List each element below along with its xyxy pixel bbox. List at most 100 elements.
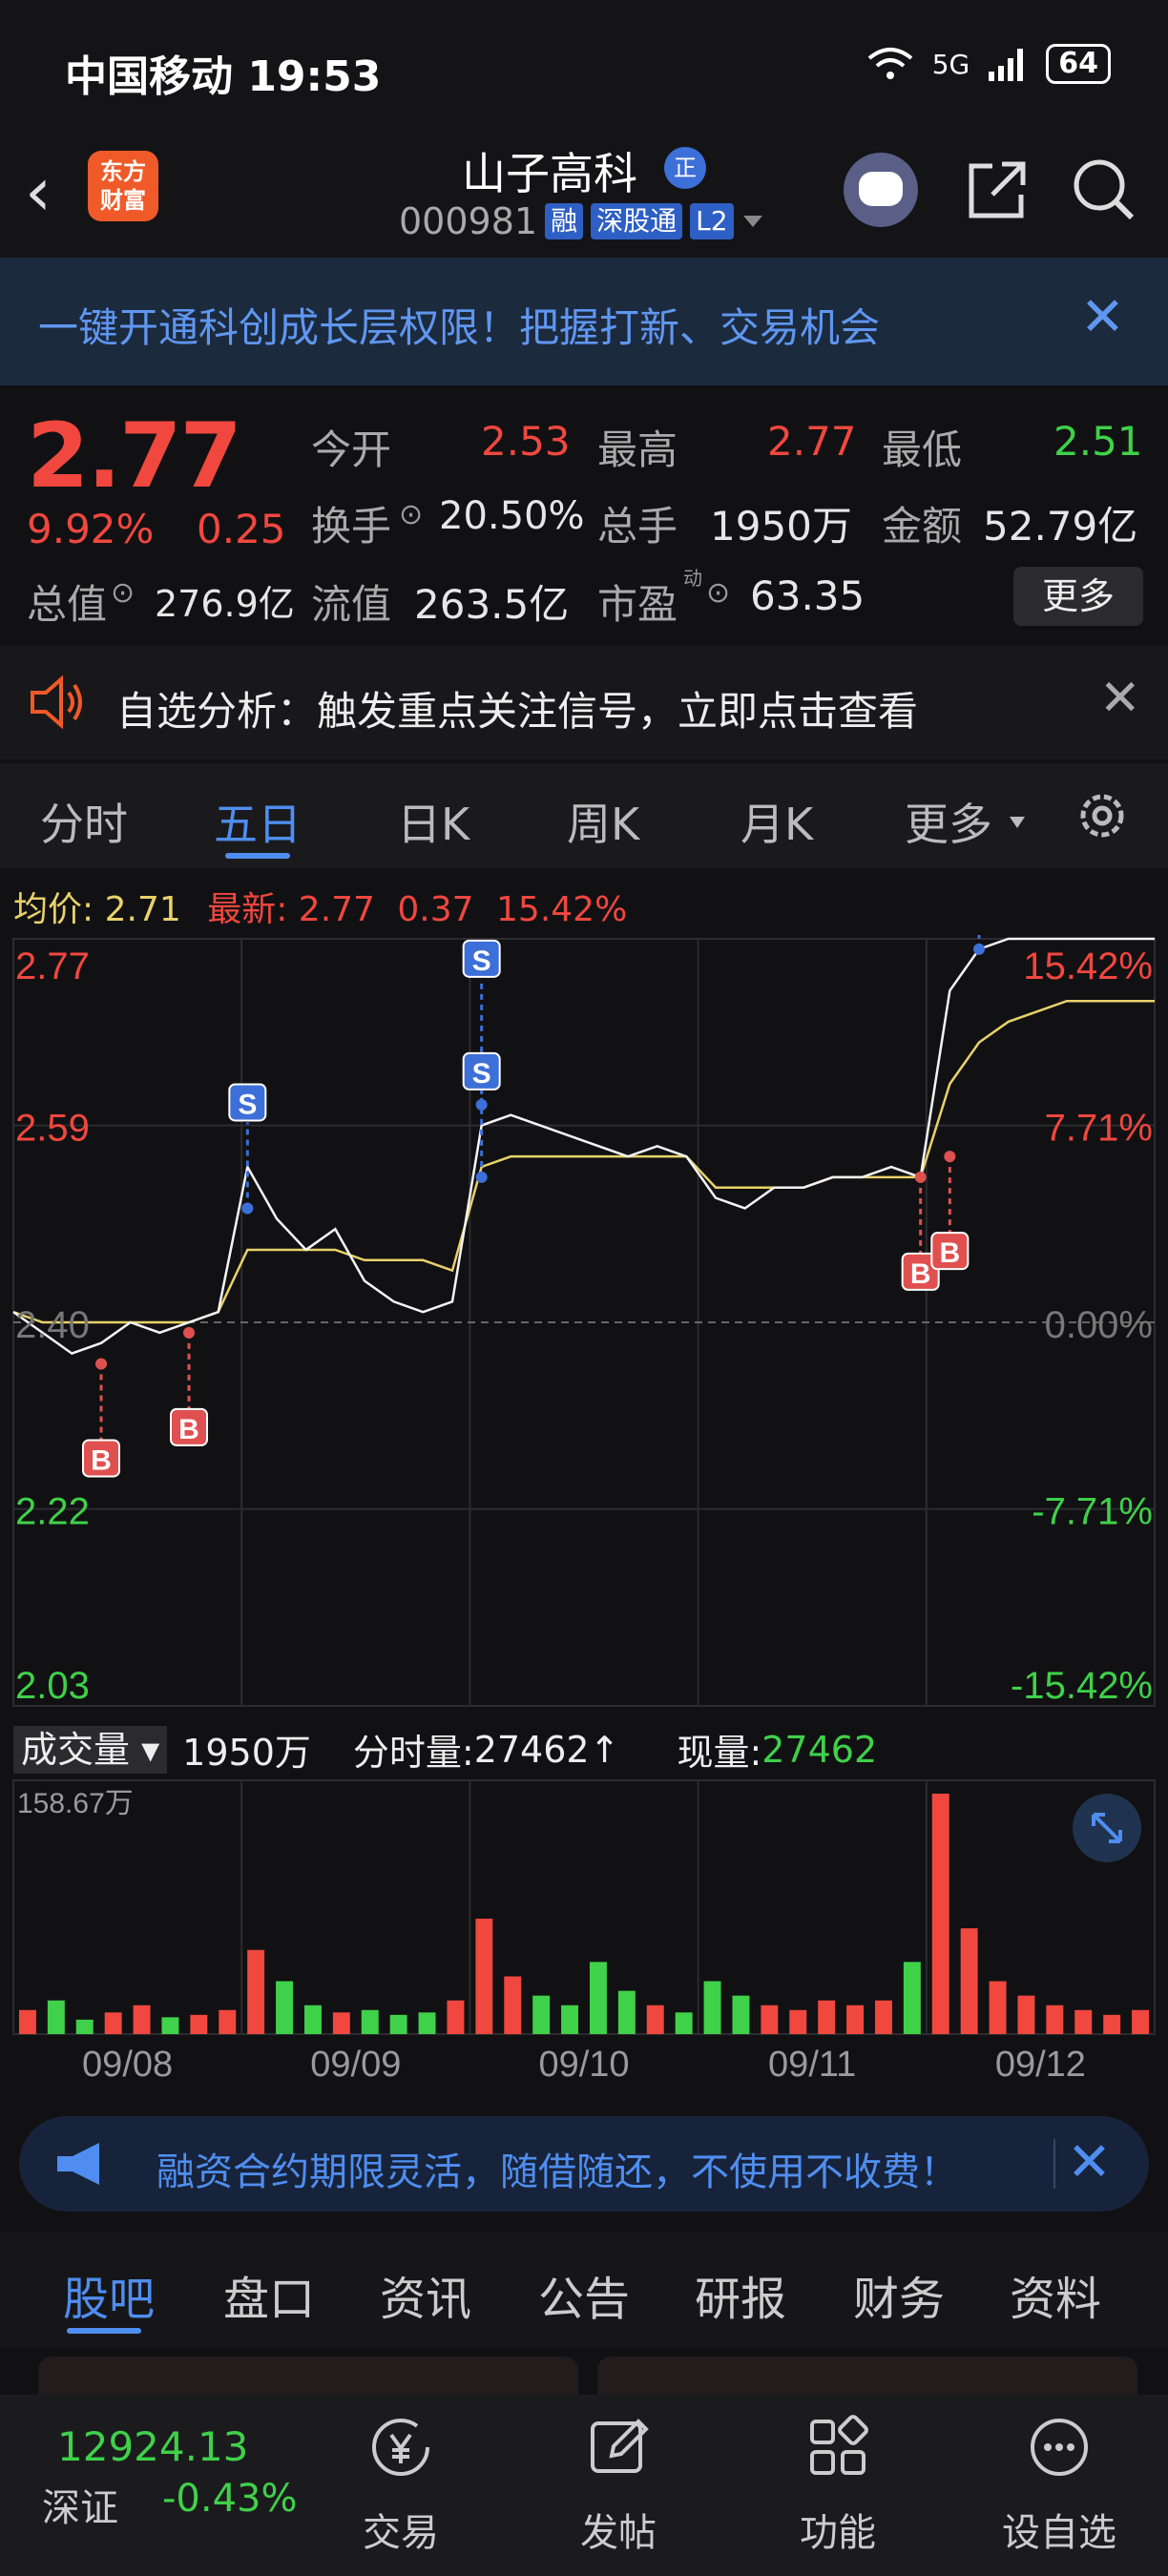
price-summary-line: 均价: 2.71 最新: 2.77 0.37 15.42% (13, 882, 627, 931)
change-percent: 9.92% (27, 506, 155, 552)
pe-dynamic-label: 动 (683, 567, 702, 590)
carrier-time: 中国移动 19:53 (65, 52, 382, 101)
volume-indicator-select[interactable]: 成交量 ▾ (13, 1725, 168, 1774)
nav-functions[interactable]: 功能 (761, 2414, 914, 2557)
nav-add-watchlist-label: 设自选 (1002, 2511, 1116, 2555)
volume-bar (732, 1995, 750, 2034)
megaphone-icon (57, 2143, 99, 2185)
high-label: 最高 (597, 426, 678, 473)
volume-bar (1132, 2009, 1150, 2034)
tab-announcement[interactable]: 公告 (538, 2261, 630, 2328)
pe-value: 63.35 (750, 572, 866, 619)
info-icon[interactable]: ⊙ (111, 576, 135, 610)
change-amount: 0.25 (197, 506, 286, 552)
marker-dot (183, 1326, 195, 1339)
active-tab-underline (67, 2328, 141, 2334)
margin-promo-banner[interactable]: 融资合约期限灵活，随借随还，不使用不收费！ ✕ (19, 2116, 1149, 2212)
volume-bar (247, 1949, 265, 2034)
x-date-label: 09/08 (82, 2045, 173, 2080)
volume-bar (703, 1981, 721, 2034)
close-icon[interactable]: ✕ (1099, 670, 1141, 727)
tab-finance[interactable]: 财务 (853, 2261, 945, 2328)
tab-research[interactable]: 研报 (695, 2261, 786, 2328)
nav-add-watchlist[interactable]: 设自选 (983, 2414, 1136, 2557)
tab-guba[interactable]: 股吧 (63, 2261, 155, 2328)
analysis-notice[interactable]: 自选分析：触发重点关注信号，立即点击查看 ✕ (0, 645, 1168, 759)
network-label: 5G (931, 48, 970, 80)
marker-label: B (91, 1444, 112, 1476)
notice-text: 自选分析：触发重点关注信号，立即点击查看 (116, 688, 919, 735)
tab-month-k[interactable]: 月K (740, 790, 813, 853)
index-change[interactable]: -0.43% (162, 2477, 298, 2521)
marker-label: S (238, 1089, 257, 1120)
nav-post-label: 发帖 (580, 2511, 657, 2555)
marker-dot (241, 1202, 254, 1215)
promo-text: 融资合约期限灵活，随借随还，不使用不收费！ (156, 2150, 958, 2194)
tab-news[interactable]: 资讯 (380, 2261, 471, 2328)
x-date-label: 09/12 (995, 2045, 1086, 2080)
marker-dot (95, 1358, 107, 1370)
tab-week-k[interactable]: 周K (567, 790, 639, 853)
volume-total: 1950万 (182, 1732, 311, 1774)
tab-more[interactable]: 更多 (905, 790, 992, 853)
tab-day-k[interactable]: 日K (397, 790, 469, 853)
close-icon[interactable]: ✕ (1080, 286, 1125, 348)
share-icon[interactable] (964, 156, 1031, 223)
close-icon[interactable]: ✕ (1067, 2131, 1112, 2193)
total-mv-label: 总值 (27, 581, 108, 628)
tab-five-day[interactable]: 五日 (214, 790, 302, 853)
stock-code-row[interactable]: 000981 融 深股通 L2 (399, 200, 764, 242)
y-tick-right: -7.71% (1032, 1491, 1153, 1533)
turnover-value: 20.50% (439, 494, 585, 538)
price-line (12, 937, 1155, 1355)
marker-label: S (472, 1058, 491, 1090)
latest-label: 最新: (207, 890, 288, 929)
search-icon[interactable] (1069, 155, 1137, 223)
volume-bar (989, 1981, 1007, 2034)
back-icon[interactable]: ‹ (25, 153, 52, 231)
edit-icon (591, 2419, 649, 2473)
up-arrow: ↑ (589, 1728, 620, 1771)
volume-bar (903, 1962, 921, 2034)
turnover-label: 换手 (311, 503, 392, 550)
index-name[interactable]: 深证 (42, 2477, 118, 2532)
marker-dot (475, 1171, 488, 1183)
now-volume-label: 现量: (677, 1732, 762, 1774)
volume-bar (276, 1981, 294, 2034)
bottom-nav: 12924.13 深证 -0.43% 交易 发帖 功能 设自选 (0, 2395, 1168, 2576)
active-tab-underline (225, 853, 290, 859)
info-icon[interactable]: ⊙ (399, 498, 423, 531)
volume-bar (389, 2014, 407, 2034)
tab-intraday[interactable]: 分时 (40, 790, 128, 853)
index-value[interactable]: 12924.13 (57, 2423, 248, 2470)
tab-profile[interactable]: 资料 (1010, 2261, 1101, 2328)
stock-code: 000981 (399, 200, 538, 242)
nav-trade[interactable]: 交易 (324, 2414, 477, 2557)
y-tick-right: 0.00% (1045, 1304, 1153, 1346)
high-value: 2.77 (767, 418, 857, 465)
volume-bar (1074, 2009, 1093, 2034)
tab-pankou[interactable]: 盘口 (223, 2261, 315, 2328)
more-button[interactable]: 更多 (1013, 567, 1143, 626)
y-tick-left: 2.59 (15, 1108, 90, 1150)
open-label: 今开 (311, 426, 392, 473)
volume-value: 1950万 (710, 503, 852, 550)
marker-label: B (939, 1237, 960, 1269)
volume-bar (504, 1976, 522, 2034)
volume-frame (12, 1779, 1156, 2035)
y-tick-left: 2.77 (15, 945, 90, 987)
five-day-chart[interactable]: 2.77 15.42% 2.59 7.71% 2.40 0.00% 2.22 -7.71% 2.… (0, 935, 1168, 2080)
gear-icon[interactable] (1073, 786, 1132, 845)
x-date-label: 09/10 (538, 2045, 629, 2080)
volume-bar (1017, 1995, 1035, 2034)
nav-post[interactable]: 发帖 (542, 2414, 695, 2557)
eastmoney-logo[interactable]: 东方 财富 (88, 151, 158, 221)
top-banner[interactable]: 一键开通科创成长层权限！把握打新、交易机会 ✕ (0, 258, 1168, 385)
volume-bar (617, 1990, 636, 2034)
volume-bar (761, 2005, 779, 2034)
y-tick-right: 7.71% (1045, 1108, 1153, 1150)
info-icon[interactable]: ⊙ (706, 576, 730, 610)
total-mv-value: 276.9亿 (155, 583, 295, 625)
status-bar: 中国移动 19:53 5G 64 (0, 0, 1168, 134)
volume-bar (931, 1794, 949, 2034)
